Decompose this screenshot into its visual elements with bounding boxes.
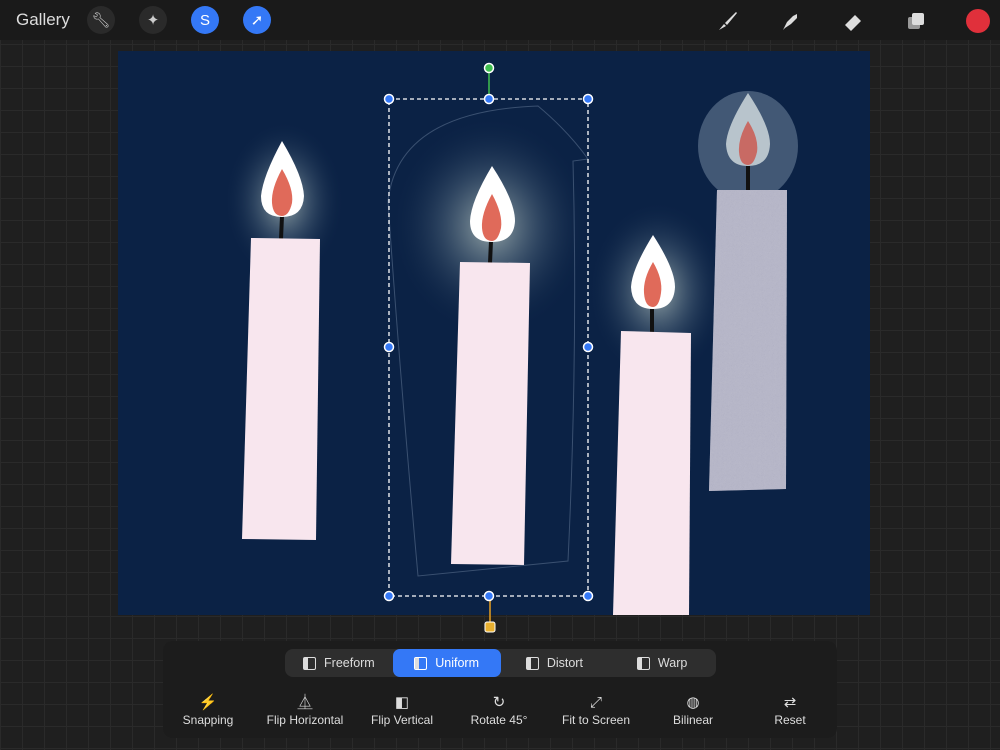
action-label: Fit to Screen — [561, 713, 631, 727]
mode-label: Freeform — [324, 656, 375, 670]
mode-uniform[interactable]: Uniform — [392, 649, 501, 677]
fit-to-screen-button[interactable]: ⤢ Fit to Screen — [562, 693, 630, 727]
color-picker-button[interactable] — [966, 9, 990, 33]
warp-icon — [636, 656, 650, 670]
transform-arrow-icon[interactable]: ➚ — [243, 6, 271, 34]
snapping-button[interactable]: ⚡ Snapping — [183, 693, 234, 727]
wrench-icon[interactable]: 🔧︎ — [87, 6, 115, 34]
rotate-45-button[interactable]: ↻ Rotate 45° — [471, 693, 528, 727]
smudge-icon[interactable] — [777, 8, 803, 34]
fit-screen-icon: ⤢ — [589, 694, 602, 711]
action-label: Bilinear — [672, 713, 714, 727]
lightning-icon: ⚡ — [198, 694, 218, 711]
flip-horizontal-button[interactable]: ⏅ Flip Horizontal — [267, 693, 344, 727]
distort-icon — [525, 656, 539, 670]
flip-vertical-button[interactable]: ◧ Flip Vertical — [371, 693, 433, 727]
magic-wand-icon[interactable]: ✦ — [139, 6, 167, 34]
rotate-icon: ↻ — [492, 694, 506, 711]
mode-warp[interactable]: Warp — [608, 649, 716, 677]
action-label: Reset — [774, 713, 806, 727]
action-label: Flip Vertical — [370, 713, 434, 727]
transform-panel: Freeform Uniform Distort Warp ⚡ Snapping … — [163, 641, 837, 738]
bilinear-button[interactable]: ◍ Bilinear — [673, 693, 713, 727]
flip-horizontal-icon: ⏅ — [297, 694, 313, 711]
action-label: Flip Horizontal — [266, 713, 344, 727]
layers-icon[interactable] — [903, 8, 929, 34]
bend-handle[interactable] — [484, 621, 496, 633]
action-label: Rotate 45° — [470, 713, 528, 727]
interpolation-icon: ◍ — [686, 694, 700, 711]
flip-vertical-icon: ◧ — [394, 694, 410, 711]
reset-icon: ⇄ — [783, 694, 797, 711]
mode-distort[interactable]: Distort — [501, 649, 609, 677]
top-toolbar: Gallery 🔧︎ ✦ S ➚ — [0, 0, 1000, 40]
action-label: Snapping — [182, 713, 234, 727]
transform-mode-control: Freeform Uniform Distort Warp — [285, 649, 716, 677]
mode-label: Distort — [546, 656, 583, 670]
brush-icon[interactable] — [714, 8, 740, 34]
drawing-canvas[interactable] — [118, 51, 870, 615]
uniform-icon — [414, 656, 428, 670]
mode-label: Uniform — [435, 656, 479, 670]
mode-label: Warp — [657, 656, 688, 670]
freeform-icon — [303, 656, 317, 670]
mode-freeform[interactable]: Freeform — [285, 649, 393, 677]
reset-button[interactable]: ⇄ Reset — [774, 693, 805, 727]
gallery-button[interactable]: Gallery — [16, 10, 70, 30]
eraser-icon[interactable] — [840, 8, 866, 34]
selection-icon[interactable]: S — [191, 6, 219, 34]
